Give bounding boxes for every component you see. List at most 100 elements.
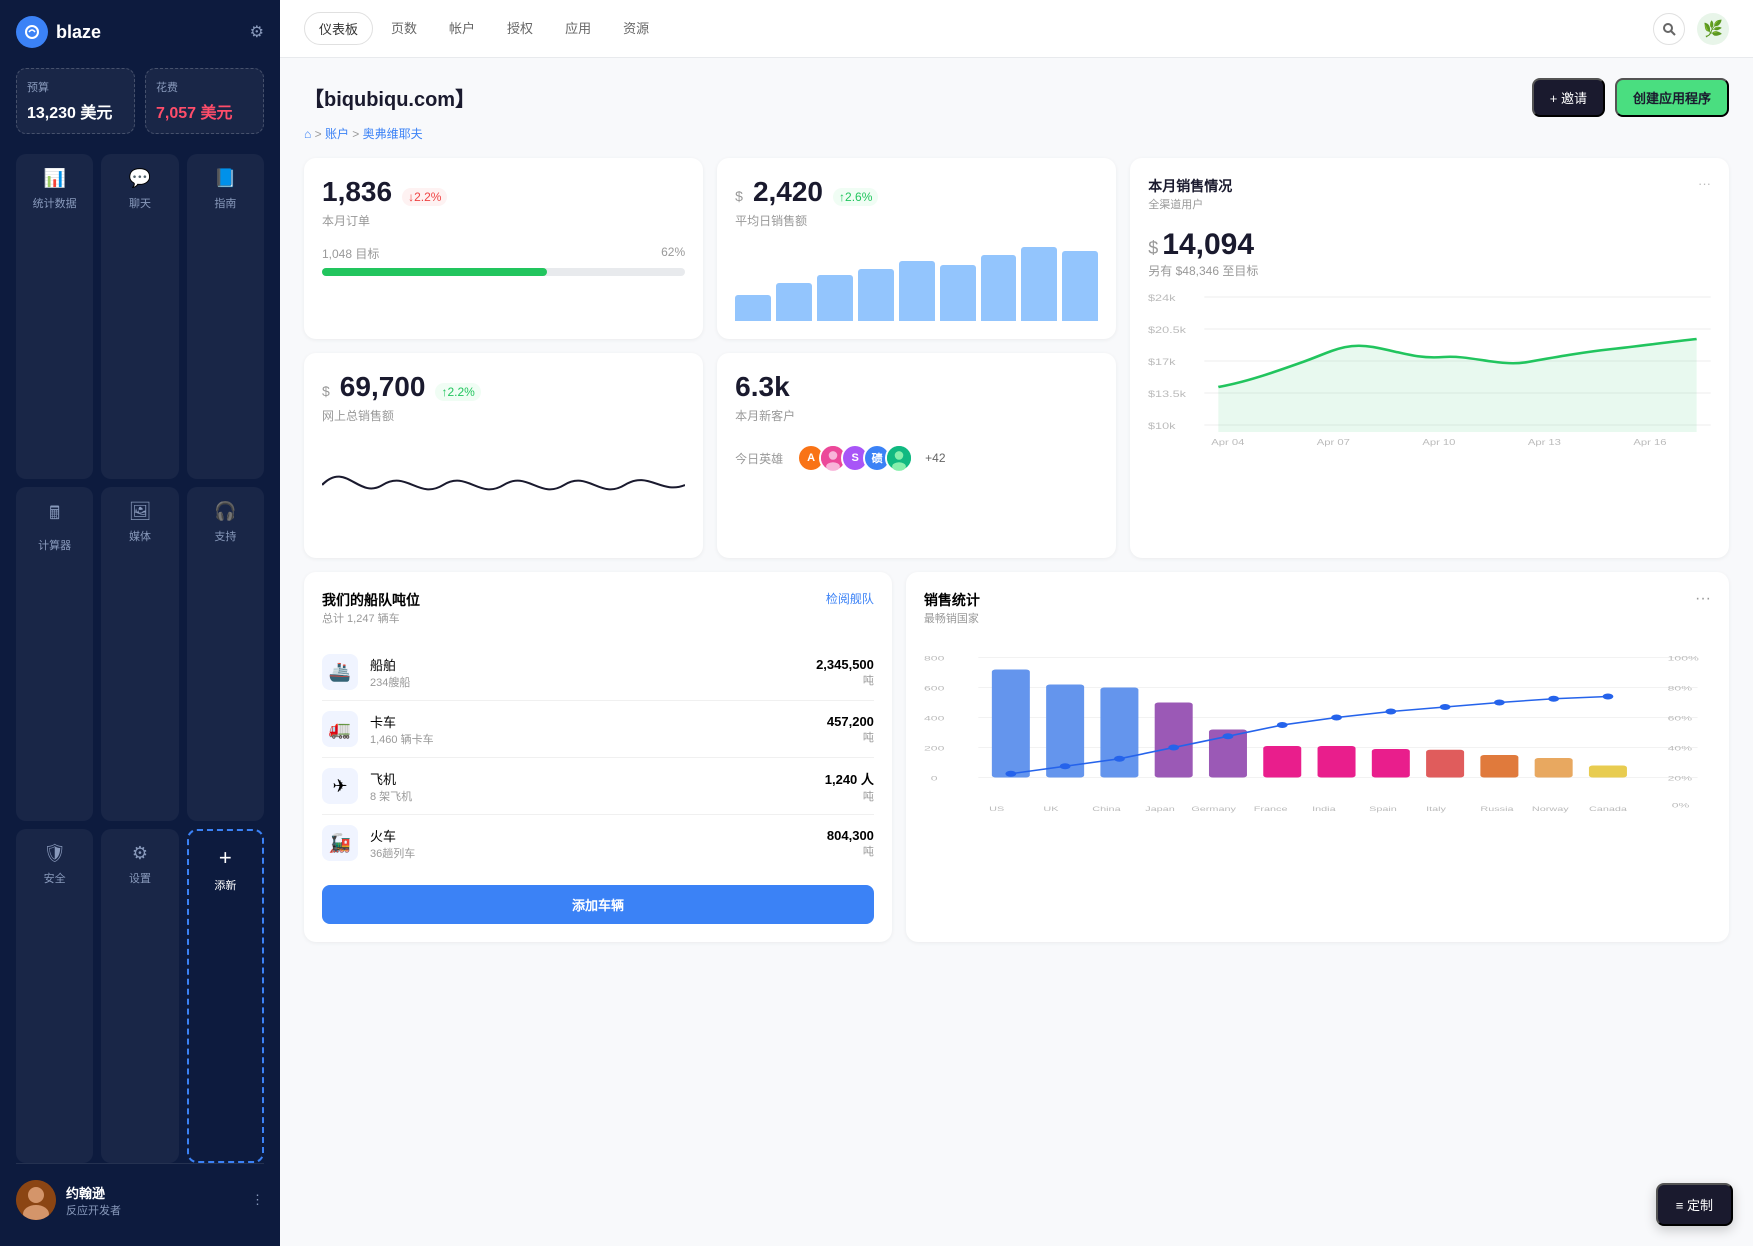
fleet-card: 我们的船队吨位 总计 1,247 辆车 检阅舰队 🚢 船舶 234艘船 2,34… [304,572,892,942]
tab-accounts[interactable]: 帐户 [435,12,489,45]
line-dot-norway [1548,696,1559,702]
sidebar-item-stats[interactable]: 📊 统计数据 [16,154,93,479]
svg-text:Russia: Russia [1480,806,1513,813]
svg-text:Norway: Norway [1532,806,1570,813]
svg-text:Germany: Germany [1191,806,1236,813]
new-customers-card: 6.3k 本月新客户 今日英雄 A S 碛 + [717,353,1116,558]
stats-grid: 1,836 ↓2.2% 本月订单 1,048 目标 62% $ [304,158,1729,558]
sales-stats-more[interactable]: ··· [1695,590,1711,608]
line-dot-russia [1494,700,1505,706]
total-sales-prefix: $ [322,383,330,399]
progress-bar [322,268,685,276]
bar-russia [1480,755,1518,778]
sidebar-item-settings[interactable]: ⚙ 设置 [101,829,178,1163]
sales-stats-card: 销售统计 最畅销国家 ··· 800 [906,572,1729,942]
sidebar-item-chat[interactable]: 💬 聊天 [101,154,178,479]
sidebar-item-calculator[interactable]: 🖩 计算器 [16,487,93,821]
sidebar-item-security[interactable]: 🛡 安全 [16,829,93,1163]
train-icon: 🚂 [322,825,358,861]
truck-amount: 457,200 [827,714,874,729]
user-account-button[interactable]: 🌿 [1697,13,1729,45]
bar-norway [1535,758,1573,778]
sales-stats-subtitle: 最畅销国家 [924,610,980,626]
tab-dashboard[interactable]: 仪表板 [304,12,373,45]
line-dot-us [1005,771,1016,777]
monthly-sales-more[interactable]: ··· [1698,176,1711,191]
bottom-grid: 我们的船队吨位 总计 1,247 辆车 检阅舰队 🚢 船舶 234艘船 2,34… [304,572,1729,942]
line-dot-spain [1385,709,1396,715]
expense-label: 花费 [156,79,253,95]
sidebar-item-support[interactable]: 🎧 支持 [187,487,264,821]
total-sales-card: $ 69,700 ↑2.2% 网上总销售额 [304,353,703,558]
heroes-label: 今日英雄 [735,450,783,467]
settings-icon-top[interactable]: ⚙ [250,22,264,42]
fleet-value-train: 804,300 吨 [827,828,874,859]
guide-icon: 📘 [214,168,236,189]
user-menu-icon[interactable]: ⋮ [251,1192,264,1208]
daily-sales-value: 2,420 [753,176,823,208]
svg-text:US: US [989,806,1004,813]
calculator-label: 计算器 [38,537,71,553]
svg-text:$17k: $17k [1148,358,1176,368]
invite-button[interactable]: + 邀请 [1532,78,1605,117]
settings-label: 设置 [129,870,151,886]
search-button[interactable] [1653,13,1685,45]
new-customers-label: 本月新客户 [735,407,1098,424]
tab-pages[interactable]: 页数 [377,12,431,45]
svg-text:Italy: Italy [1426,806,1447,813]
header-actions: + 邀请 创建应用程序 [1532,78,1729,117]
train-amount: 804,300 [827,828,874,843]
logo-text: blaze [56,22,101,43]
nav-grid: 📊 统计数据 💬 聊天 📘 指南 🖩 计算器 🖼 媒体 🎧 支持 🛡 安全 ⚙ [16,154,264,1163]
tab-apps[interactable]: 应用 [551,12,605,45]
svg-text:800: 800 [924,655,945,663]
line-dot-japan [1168,745,1179,751]
svg-text:Japan: Japan [1145,806,1175,813]
bar-japan [1155,703,1193,778]
sidebar-item-guide[interactable]: 📘 指南 [187,154,264,479]
guide-label: 指南 [214,195,236,211]
breadcrumb-accounts[interactable]: 账户 [325,127,349,141]
bar-2 [776,283,812,321]
new-customers-value: 6.3k [735,371,1098,403]
media-icon: 🖼 [129,501,152,522]
add-vehicle-button[interactable]: 添加车辆 [322,885,874,924]
bar-spain [1372,749,1410,778]
main: 仪表板 页数 帐户 授权 应用 资源 🌿 【biqubiqu.com】 + 邀请… [280,0,1753,1246]
sidebar-item-media[interactable]: 🖼 媒体 [101,487,178,821]
line-dot-germany [1222,733,1233,739]
fleet-info-train: 火车 36趟列车 [370,826,815,861]
fleet-link[interactable]: 检阅舰队 [826,590,874,607]
total-sales-label: 网上总销售额 [322,407,685,424]
train-count: 36趟列车 [370,845,815,861]
sidebar-item-add[interactable]: + 添新 [187,829,264,1163]
fleet-item-ship: 🚢 船舶 234艘船 2,345,500 吨 [322,644,874,701]
bar-9 [1062,251,1098,321]
create-app-button[interactable]: 创建应用程序 [1615,78,1729,117]
bar-china [1100,688,1138,778]
logo-icon [16,16,48,48]
svg-text:$13.5k: $13.5k [1148,390,1187,400]
line-dot-india [1331,715,1342,721]
customize-button[interactable]: ≡ 定制 [1656,1183,1733,1226]
bar-italy [1426,750,1464,778]
bar-1 [735,295,771,321]
svg-text:200: 200 [924,745,945,753]
calculator-icon: 🖩 [49,501,60,531]
daily-sales-change: ↑2.6% [833,188,878,206]
heroes-section: 今日英雄 A S 碛 +42 [735,444,1098,472]
page-title: 【biqubiqu.com】 [304,83,475,112]
monthly-sales-remaining: 另有 $48,346 至目标 [1148,262,1711,279]
tab-auth[interactable]: 授权 [493,12,547,45]
tab-resources[interactable]: 资源 [609,12,663,45]
breadcrumb-home[interactable]: ⌂ [304,127,311,141]
train-name: 火车 [370,826,815,845]
truck-unit: 吨 [827,729,874,745]
bar-3 [817,275,853,321]
orders-progress: 1,048 目标 62% [322,245,685,276]
security-icon: 🛡 [43,843,66,864]
media-label: 媒体 [129,528,151,544]
svg-text:China: China [1092,806,1121,813]
svg-text:Apr 16: Apr 16 [1634,438,1667,447]
monthly-sales-value: 14,094 [1162,228,1254,262]
